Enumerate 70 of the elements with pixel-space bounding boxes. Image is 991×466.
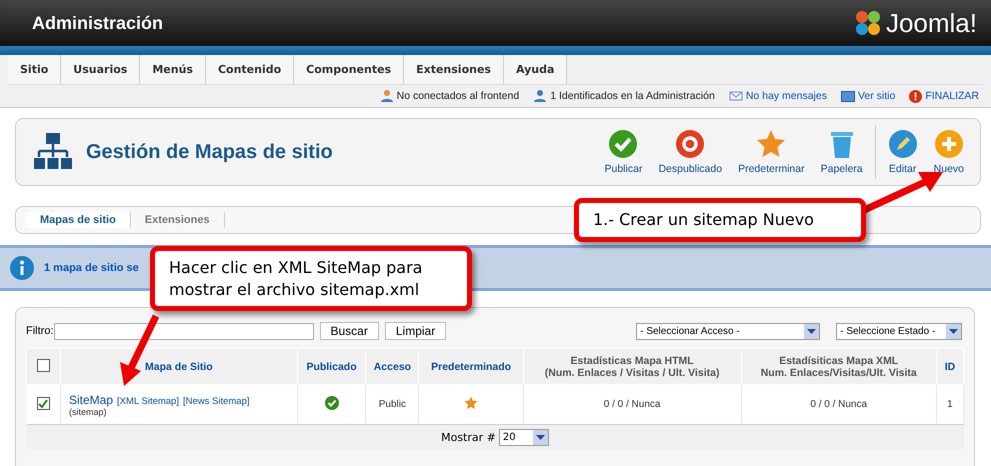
check-icon[interactable]	[324, 396, 339, 410]
status-link[interactable]: FINALIZAR	[925, 90, 979, 102]
column-header[interactable]: Acceso	[366, 348, 419, 384]
checkbox[interactable]	[37, 358, 50, 372]
checkbox[interactable]	[36, 397, 50, 410]
filter-label: Filtro:	[26, 325, 54, 337]
select-field[interactable]: - Seleccionar Acceso -	[636, 322, 820, 340]
alias-text: (sitemap)	[69, 406, 108, 416]
filter-button[interactable]: Limpiar	[384, 322, 446, 340]
sitemap-link[interactable]: [News Sitemap]	[182, 396, 250, 406]
filter-button[interactable]: Buscar	[320, 322, 379, 340]
table-cell: 0 / 0 / Nunca	[810, 399, 868, 410]
power-icon	[909, 90, 922, 102]
table-cell: Public	[378, 399, 406, 410]
column-header[interactable]: Estadísticas Mapa HTML (Num. Enlaces / Visitas / Ult. Visita)	[523, 348, 742, 384]
menu-item[interactable]: Componentes	[294, 55, 404, 84]
limit-select[interactable]: 20	[498, 428, 549, 446]
menu-item[interactable]: Ayuda	[504, 55, 568, 84]
toolbar-button[interactable]: Papelera	[812, 129, 871, 175]
message-text: 1 mapa de sitio se	[44, 262, 139, 274]
column-header[interactable]: Publicado	[297, 348, 366, 384]
column-header[interactable]: Estadísiticas Mapa XML Num. Enlaces/Visitas/Ult. Visita	[741, 348, 936, 384]
envelope-icon	[728, 90, 743, 102]
caret-icon	[946, 324, 962, 338]
trash-icon	[830, 129, 854, 159]
menu-item[interactable]: Menús	[140, 55, 206, 84]
monitor-icon	[840, 90, 855, 102]
pencil-icon	[888, 129, 918, 159]
status-link[interactable]: No hay mensajes	[746, 90, 827, 102]
plus-icon	[934, 129, 964, 159]
users-icon	[533, 89, 548, 103]
menu-item[interactable]: Extensiones	[404, 55, 504, 84]
table-cell: 1	[947, 399, 953, 410]
caret-icon	[532, 430, 548, 444]
status-text: No conectados al frontend	[396, 90, 520, 102]
users-icon	[380, 89, 394, 103]
pagination-label: Mostrar #	[441, 430, 496, 444]
submenu-tab[interactable]: Extensiones	[130, 212, 225, 228]
info-icon	[10, 256, 34, 280]
column-header[interactable]: Predeterminado	[418, 348, 524, 384]
sitemap-icon	[34, 132, 72, 172]
submenu-tab[interactable]: Mapas de sitio	[26, 212, 131, 228]
logo-icon	[854, 9, 882, 37]
select-field[interactable]: - Seleccione Estado -	[836, 322, 962, 340]
app-title: Administración	[32, 12, 164, 34]
menu-item[interactable]: Usuarios	[61, 55, 140, 84]
column-header[interactable]: ID	[936, 348, 964, 384]
callout: Hacer clic en XML SiteMap para mostrar el archivo sitemap.xml	[150, 246, 472, 312]
menu-item[interactable]: Sitio	[8, 55, 62, 84]
page-title: Gestión de Mapas de sitio	[86, 140, 334, 164]
logo-text: Joomla!	[886, 8, 977, 38]
status-link[interactable]: Ver sitio	[858, 90, 896, 102]
column-header[interactable]: Mapa de Sitio	[60, 348, 298, 384]
menu-item[interactable]: Contenido	[206, 55, 294, 84]
star-icon[interactable]	[464, 396, 478, 410]
filter-field[interactable]	[54, 322, 314, 340]
caret-icon	[804, 324, 820, 338]
callout: 1.- Crear un sitemap Nuevo	[574, 198, 866, 242]
sitemap-link[interactable]: [XML Sitemap]	[117, 396, 179, 406]
check-icon	[608, 129, 638, 159]
stop-icon	[675, 129, 706, 159]
star-icon	[756, 129, 786, 159]
toolbar-button[interactable]: Predeterminar	[730, 129, 813, 175]
status-text: 1 Identificados en la Administración	[550, 90, 715, 102]
toolbar-button[interactable]: Publicar	[596, 129, 650, 175]
sitemap-link[interactable]: SiteMap	[69, 392, 114, 406]
toolbar-button[interactable]: Despublicado	[650, 129, 730, 175]
table-cell: 0 / 0 / Nunca	[604, 399, 660, 410]
toolbar-button[interactable]: Nuevo	[926, 129, 972, 175]
toolbar-button[interactable]: Editar	[880, 129, 926, 175]
